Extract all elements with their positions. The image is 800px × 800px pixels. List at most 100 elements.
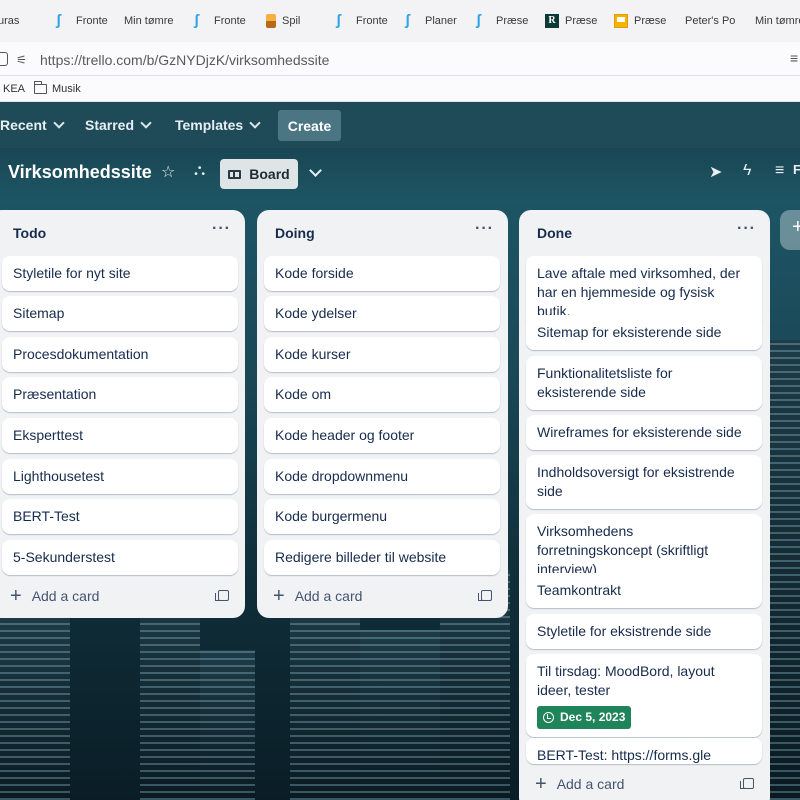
frontend-icon: ʃ: [336, 12, 341, 29]
add-card-button[interactable]: + Add a card: [273, 585, 362, 607]
add-card-button[interactable]: + Add a card: [535, 774, 624, 794]
card[interactable]: 5-Sekunderstest: [2, 540, 238, 575]
r-icon: R: [545, 14, 559, 28]
card[interactable]: Procesdokumentation: [2, 337, 238, 372]
browser-tab[interactable]: ʃ Fronte: [56, 0, 108, 42]
spil-icon: [266, 14, 276, 28]
filter-label[interactable]: F: [793, 162, 800, 177]
browser-tab[interactable]: ʃ Fronte: [194, 0, 246, 42]
background-building: [360, 630, 440, 800]
lock-icon[interactable]: [0, 52, 8, 66]
automation-bolt-icon[interactable]: ϟ: [743, 162, 751, 180]
starred-menu[interactable]: Starred: [85, 102, 152, 148]
create-button[interactable]: Create: [278, 110, 341, 141]
plus-icon: +: [10, 585, 22, 607]
card[interactable]: Eksperttest: [2, 418, 238, 453]
frontend-icon: ʃ: [194, 12, 199, 29]
card[interactable]: Lighthousetest: [2, 459, 238, 494]
browser-tab[interactable]: Spil: [266, 0, 300, 42]
card[interactable]: Redigere billeder til website: [264, 540, 500, 575]
card-template-icon[interactable]: [740, 778, 754, 789]
bookmark-folder[interactable]: Musik: [34, 81, 81, 95]
paper-plane-icon[interactable]: ➤: [709, 162, 722, 182]
browser-tab[interactable]: ʃ Planer: [405, 0, 457, 42]
chevron-down-icon[interactable]: [309, 164, 322, 177]
browser-tab[interactable]: ʃ Fronte: [336, 0, 388, 42]
more-options-icon[interactable]: ···: [475, 220, 494, 238]
card[interactable]: Kode burgermenu: [264, 499, 500, 534]
card-title: Til tirsdag: MoodBord, layout ideer, tes…: [537, 663, 715, 698]
due-date-badge[interactable]: Dec 5, 2023: [537, 706, 632, 729]
tab-label: Fronte: [76, 15, 108, 27]
list-header[interactable]: Done ···: [519, 210, 770, 254]
card[interactable]: Kode kurser: [264, 337, 500, 372]
recent-label: Recent: [0, 117, 47, 133]
background-building: [290, 600, 360, 800]
card[interactable]: Kode om: [264, 377, 500, 412]
browser-tab[interactable]: Min tømre: [124, 0, 174, 42]
browser-tab[interactable]: Præse: [614, 0, 666, 42]
list-title[interactable]: Doing: [275, 225, 315, 241]
recent-menu[interactable]: Recent: [0, 102, 65, 148]
card[interactable]: Styletile for eksistrende side: [526, 614, 762, 649]
slides-icon: [614, 14, 628, 28]
card[interactable]: Kode ydelser: [264, 296, 500, 331]
due-date-text: Dec 5, 2023: [560, 710, 626, 724]
board-view-button[interactable]: Board: [220, 159, 298, 189]
chevron-down-icon: [140, 117, 152, 129]
card-template-icon[interactable]: [215, 590, 229, 601]
tab-label: uras: [0, 15, 20, 27]
browser-tab[interactable]: uras: [0, 0, 19, 42]
list-title[interactable]: Done: [537, 225, 572, 241]
star-icon[interactable]: ☆: [161, 162, 175, 182]
bookmark-label: Musik: [52, 83, 81, 95]
starred-label: Starred: [85, 117, 135, 133]
card[interactable]: Præsentation: [2, 377, 238, 412]
card[interactable]: Indholdsoversigt for eksistrende side: [526, 455, 762, 509]
add-card-button[interactable]: + Add a card: [10, 585, 100, 607]
card-template-icon[interactable]: [478, 590, 492, 601]
tab-label: Planer: [425, 15, 457, 27]
menu-icon[interactable]: ≡: [790, 50, 798, 66]
browser-tab-strip: uras ʃ Fronte Min tømre ʃ Fronte Spil ʃ Fro…: [0, 0, 800, 42]
templates-menu[interactable]: Templates: [175, 102, 261, 148]
site-settings-icon[interactable]: ⚟: [16, 53, 27, 67]
more-options-icon[interactable]: ···: [737, 220, 756, 238]
tab-label: Spil: [282, 15, 301, 27]
browser-tab[interactable]: ʃ Præse: [476, 0, 528, 42]
card[interactable]: Sitemap: [2, 296, 238, 331]
list-header[interactable]: Doing ···: [257, 210, 508, 254]
frontend-icon: ʃ: [405, 12, 410, 29]
plus-icon: +: [273, 585, 285, 607]
browser-tab[interactable]: Min tømre: [755, 0, 800, 42]
card[interactable]: Funktionalitetsliste for eksisterende si…: [526, 356, 762, 410]
browser-tab[interactable]: R Præse: [545, 0, 597, 42]
card[interactable]: Wireframes for eksisterende side: [526, 415, 762, 450]
card[interactable]: Kode header og footer: [264, 418, 500, 453]
card[interactable]: BERT-Test: https://forms.gle: [526, 738, 762, 764]
list-header[interactable]: Todo ···: [0, 210, 245, 254]
card[interactable]: Kode dropdownmenu: [264, 459, 500, 494]
card[interactable]: BERT-Test: [2, 499, 238, 534]
list-doing: Doing ··· Kode forside Kode ydelser Kode…: [257, 210, 508, 618]
tab-label: Præse: [634, 15, 667, 27]
board-view-label: Board: [249, 166, 290, 182]
card[interactable]: Kode forside: [264, 256, 500, 291]
card-with-due-date[interactable]: Til tirsdag: MoodBord, layout ideer, tes…: [526, 654, 762, 737]
tab-label: Min tømre: [124, 15, 174, 27]
card[interactable]: Sitemap for eksisterende side: [526, 315, 762, 350]
board-title[interactable]: Virksomhedssite: [8, 162, 152, 183]
add-list-button[interactable]: +: [780, 210, 800, 250]
workspace-visibility-icon[interactable]: ⛬: [194, 162, 205, 180]
bookmark-item[interactable]: KEA: [3, 83, 25, 95]
browser-tab[interactable]: Peter's Po: [685, 0, 735, 42]
card[interactable]: Teamkontrakt: [526, 573, 762, 608]
frontend-icon: ʃ: [476, 12, 481, 29]
card[interactable]: Styletile for nyt site: [2, 256, 238, 291]
url-text[interactable]: https://trello.com/b/GzNYDjzK/virksomhed…: [40, 52, 329, 68]
list-title[interactable]: Todo: [13, 225, 46, 241]
more-options-icon[interactable]: ···: [212, 220, 231, 238]
address-bar[interactable]: ⚟ https://trello.com/b/GzNYDjzK/virksomh…: [0, 42, 800, 76]
add-card-label: Add a card: [31, 588, 100, 604]
filter-icon[interactable]: ≡: [775, 162, 784, 180]
